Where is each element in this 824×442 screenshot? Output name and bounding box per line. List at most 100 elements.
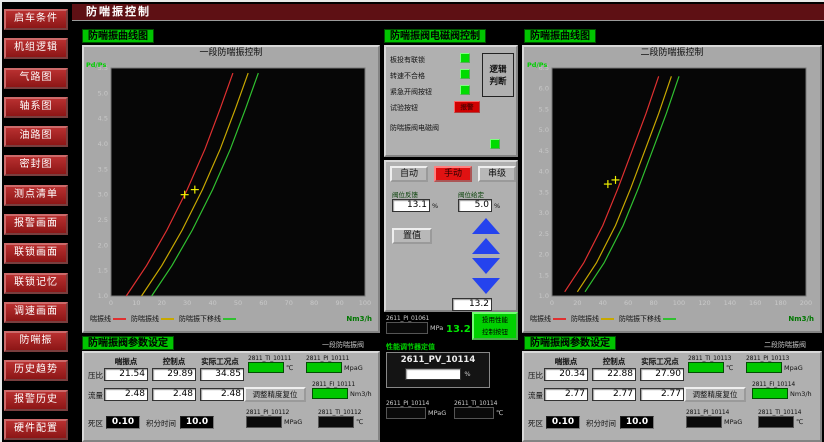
deadband-label: 死区	[88, 418, 103, 429]
left-chart-frame: 一段防喘振控制 1.01.52.02.53.03.54.04.55.05.501…	[82, 45, 380, 333]
y-tick-label: 3.0	[98, 191, 108, 199]
bottom-tag-value-box	[454, 407, 494, 419]
sidebar-item-4[interactable]: 轴系图	[4, 97, 68, 118]
param-value-box: 2.77	[592, 388, 636, 401]
integral-label: 积分时间	[146, 418, 176, 429]
y-tick-label: 5.0	[539, 126, 549, 134]
sidebar-item-1[interactable]: 启车条件	[4, 9, 68, 30]
anti-surge-control-screen: 防喘振控制 启车条件机组逻辑气路图轴系图油路图密封图测点清单报警画面联锁画面联锁…	[0, 0, 824, 442]
legend-label: 喘振线	[530, 314, 551, 324]
sidebar-item-10[interactable]: 联锁记忆	[4, 273, 68, 294]
setpoint-value-box[interactable]: 5.0	[458, 199, 492, 212]
x-tick-label: 200	[800, 299, 812, 307]
legend-item: 防喘振下移线	[619, 314, 676, 324]
tag-display: 2811_PI_10113 MpaG	[746, 355, 803, 373]
left-params-section-label: 防喘振阀参数设定	[82, 336, 174, 350]
x-tick-label: 180	[774, 299, 786, 307]
solenoid-valve-indicator	[490, 139, 500, 149]
pv-value-box[interactable]	[405, 368, 461, 380]
right-params-section-label: 防喘振阀参数设定	[524, 336, 616, 350]
auto-mode-button[interactable]: 自动	[390, 166, 428, 182]
y-tick-label: 3.5	[98, 165, 108, 173]
x-tick-label: 40	[208, 299, 216, 307]
y-axis-label: Pd/Ps	[86, 61, 106, 69]
sidebar-item-12[interactable]: 防喘振	[4, 331, 68, 352]
down-arrow-button-2[interactable]	[472, 278, 500, 294]
y-tick-label: 2.0	[539, 251, 549, 259]
sidebar-item-13[interactable]: 历史趋势	[4, 360, 68, 381]
precision-reset-button[interactable]: 调整精度复位	[684, 387, 746, 402]
sidebar-item-3[interactable]: 气路图	[4, 68, 68, 89]
legend-item: 喘振线	[90, 314, 126, 324]
col-header: 控制点	[592, 356, 636, 367]
sidebar-item-2[interactable]: 机组逻辑	[4, 38, 68, 59]
down-arrow-button-1[interactable]	[472, 258, 500, 274]
manual-mode-button[interactable]: 手动	[434, 166, 472, 182]
param-value-box: 29.89	[152, 368, 196, 381]
performance-control-button[interactable]: 投用性能 控制按钮	[472, 312, 518, 340]
alarm-indicator[interactable]: 报警	[454, 101, 480, 113]
left-chart-plot: 1.01.52.02.53.03.54.04.55.05.50102030405…	[85, 60, 377, 312]
deadband-label: 死区	[528, 418, 543, 429]
tag-display: 2811_FI_10114 Nm3/h	[752, 381, 812, 399]
legend-swatch	[663, 318, 676, 320]
legend-label: 防喘振线	[571, 314, 599, 324]
x-tick-label: 140	[724, 299, 736, 307]
x-tick-label: 120	[698, 299, 710, 307]
y-tick-label: 5.0	[98, 89, 108, 97]
left-params-subtitle: 一段防喘振阀	[322, 340, 364, 350]
legend-label: 防喘振线	[131, 314, 159, 324]
integral-value-box[interactable]: 10.0	[180, 416, 214, 429]
set-value-button[interactable]: 置值	[392, 228, 432, 244]
sidebar-item-5[interactable]: 油路图	[4, 126, 68, 147]
tag-value-box	[246, 416, 282, 428]
tag-display: 2811_FI_10111 Nm3/h	[312, 381, 372, 399]
left-chart-section-label: 防喘振曲线图	[82, 29, 154, 43]
y-tick-label: 3.5	[539, 188, 549, 196]
tag-value-box	[686, 416, 722, 428]
performance-button-line: 控制按钮	[474, 326, 516, 338]
up-arrow-button-1[interactable]	[472, 218, 500, 234]
x-tick-label: 60	[259, 299, 267, 307]
x-tick-label: 0	[550, 299, 554, 307]
setpoint-label: 阀位给定	[458, 189, 484, 199]
x-tick-label: 50	[234, 299, 242, 307]
interlock-indicator	[460, 85, 470, 95]
interlock-indicator	[460, 69, 470, 79]
param-value-box: 21.54	[104, 368, 148, 381]
sidebar-item-9[interactable]: 联锁画面	[4, 243, 68, 264]
sidebar-item-14[interactable]: 报警历史	[4, 390, 68, 411]
integral-value-box[interactable]: 10.0	[620, 416, 654, 429]
sidebar: 启车条件机组逻辑气路图轴系图油路图密封图测点清单报警画面联锁画面联锁记忆调速画面…	[4, 9, 68, 440]
manual-output-box[interactable]: 13.2	[452, 298, 492, 311]
row-label: 流量	[528, 390, 543, 401]
col-header: 喘振点	[544, 356, 588, 367]
page-title: 防喘振控制	[86, 5, 151, 18]
tag-value-box	[248, 362, 284, 373]
up-arrow-button-2[interactable]	[472, 238, 500, 254]
x-axis-unit: Nm3/h	[346, 315, 372, 323]
sidebar-item-6[interactable]: 密封图	[4, 155, 68, 176]
row-label: 流量	[88, 390, 103, 401]
sidebar-item-7[interactable]: 测点清单	[4, 185, 68, 206]
tag-value-box	[752, 388, 788, 399]
sidebar-item-8[interactable]: 报警画面	[4, 214, 68, 235]
sidebar-item-15[interactable]: 硬件配置	[4, 419, 68, 440]
deadband-value-box[interactable]: 0.10	[546, 416, 580, 429]
precision-reset-button[interactable]: 调整精度复位	[244, 387, 306, 402]
tag-value-box	[688, 362, 724, 373]
performance-button-line: 投用性能	[474, 314, 516, 326]
x-tick-label: 100	[673, 299, 685, 307]
x-tick-label: 10	[132, 299, 140, 307]
logic-judge-line: 判断	[489, 75, 506, 87]
row-label: 压比	[528, 370, 543, 381]
solenoid-panel: 板投有联锁 转速不合格 紧急开阀按钮 试验按钮 报警 逻辑 判断 防喘振阀电磁阀	[384, 45, 518, 157]
deadband-value-box[interactable]: 0.10	[106, 416, 140, 429]
logic-judge-box: 逻辑 判断	[482, 53, 514, 97]
sidebar-item-11[interactable]: 调速画面	[4, 302, 68, 323]
param-value-box: 22.88	[592, 368, 636, 381]
pv-display: 2611_PV_10114 %	[386, 352, 490, 388]
interlock-label: 紧急开阀按钮	[390, 87, 432, 97]
cascade-mode-button[interactable]: 串级	[478, 166, 516, 182]
param-value-box: 27.90	[640, 368, 684, 381]
